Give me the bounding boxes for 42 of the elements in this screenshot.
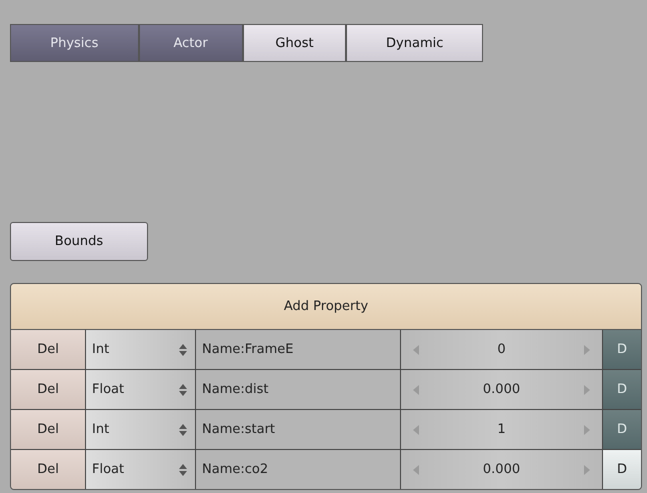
right-arrow-icon[interactable] <box>584 384 590 394</box>
delete-button[interactable]: Del <box>11 330 86 369</box>
name-field[interactable]: Name:FrameE <box>196 330 401 369</box>
tab[interactable]: Physics <box>10 24 139 62</box>
right-arrow-icon[interactable] <box>584 424 590 434</box>
type-dropdown[interactable]: Float <box>86 370 196 409</box>
debug-toggle[interactable]: D <box>603 370 641 409</box>
delete-button[interactable]: Del <box>11 410 86 449</box>
value-text: 1 <box>497 422 506 437</box>
tab[interactable]: Actor <box>138 24 243 62</box>
delete-button[interactable]: Del <box>11 370 86 409</box>
right-arrow-icon[interactable] <box>584 464 590 474</box>
value-text: 0.000 <box>482 382 520 397</box>
bounds-button[interactable]: Bounds <box>10 222 148 261</box>
left-arrow-icon[interactable] <box>413 424 419 434</box>
tab[interactable]: Ghost <box>242 24 346 62</box>
up-down-arrows-icon <box>179 344 187 356</box>
debug-toggle[interactable]: D <box>603 410 641 449</box>
left-arrow-icon[interactable] <box>413 384 419 394</box>
left-arrow-icon[interactable] <box>413 344 419 354</box>
value-stepper[interactable]: 1 <box>401 410 603 449</box>
value-stepper[interactable]: 0.000 <box>401 370 603 409</box>
tab[interactable]: Dynamic <box>346 24 483 62</box>
delete-button[interactable]: Del <box>11 450 86 489</box>
value-text: 0.000 <box>482 462 520 477</box>
up-down-arrows-icon <box>179 424 187 436</box>
value-stepper[interactable]: 0.000 <box>401 450 603 489</box>
debug-toggle[interactable]: D <box>603 450 641 489</box>
left-arrow-icon[interactable] <box>413 464 419 474</box>
name-field[interactable]: Name:co2 <box>196 450 401 489</box>
value-text: 0 <box>497 342 506 357</box>
type-dropdown[interactable]: Int <box>86 330 196 369</box>
type-dropdown[interactable]: Int <box>86 410 196 449</box>
up-down-arrows-icon <box>179 464 187 476</box>
debug-toggle[interactable]: D <box>603 330 641 369</box>
name-field[interactable]: Name:start <box>196 410 401 449</box>
name-field[interactable]: Name:dist <box>196 370 401 409</box>
add-property-button[interactable]: Add Property <box>11 284 641 330</box>
type-dropdown[interactable]: Float <box>86 450 196 489</box>
right-arrow-icon[interactable] <box>584 344 590 354</box>
value-stepper[interactable]: 0 <box>401 330 603 369</box>
up-down-arrows-icon <box>179 384 187 396</box>
